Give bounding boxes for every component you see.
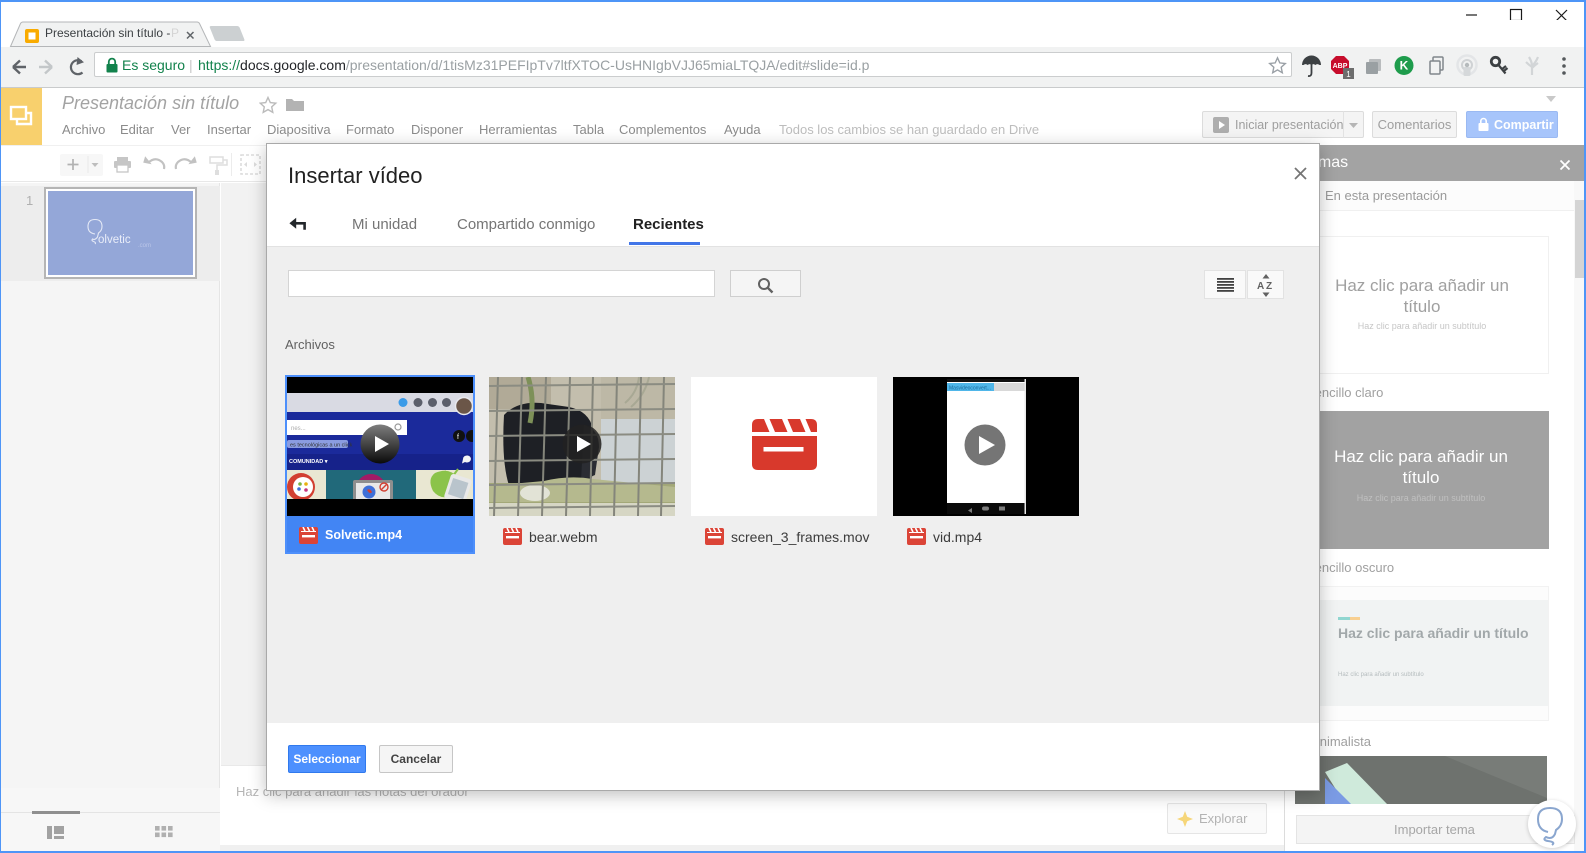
svg-text:Masvideoconvert...: Masvideoconvert... bbox=[949, 386, 991, 392]
svg-text:es tecnológicas a un click: es tecnológicas a un click bbox=[290, 443, 353, 449]
svg-text:f: f bbox=[457, 434, 459, 441]
svg-text:.com: .com bbox=[138, 243, 151, 249]
svg-text:Z: Z bbox=[1266, 281, 1272, 292]
svg-text:A: A bbox=[1257, 281, 1264, 292]
svg-text:1: 1 bbox=[1346, 70, 1351, 79]
svg-text:COMUNIDAD ▾: COMUNIDAD ▾ bbox=[289, 459, 329, 465]
svg-text:olvetic: olvetic bbox=[98, 234, 131, 246]
svg-text:K: K bbox=[1400, 59, 1409, 73]
svg-text:nes...: nes... bbox=[291, 426, 306, 432]
